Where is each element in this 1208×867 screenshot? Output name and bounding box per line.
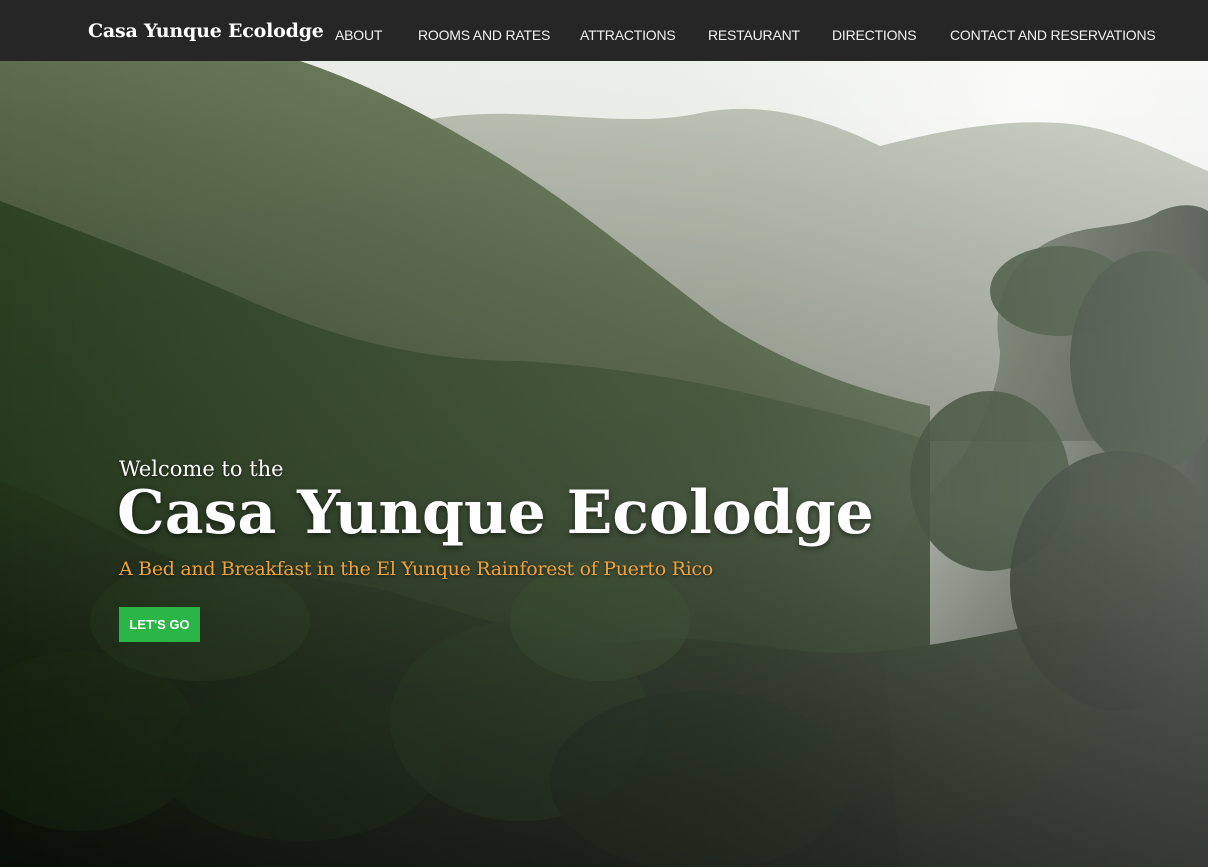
- hero-title: Casa Yunque Ecolodge: [117, 478, 874, 548]
- nav-item-about[interactable]: ABOUT: [335, 27, 382, 43]
- nav-item-contact-and-reservations[interactable]: CONTACT AND RESERVATIONS: [950, 27, 1156, 43]
- site-brand-link[interactable]: Casa Yunque Ecolodge: [88, 20, 324, 42]
- nav-item-attractions[interactable]: ATTRACTIONS: [580, 27, 676, 43]
- nav-item-restaurant[interactable]: RESTAURANT: [708, 27, 800, 43]
- nav-item-rooms-and-rates[interactable]: ROOMS AND RATES: [418, 27, 550, 43]
- site-header: Casa Yunque Ecolodge ABOUT ROOMS AND RAT…: [0, 0, 1208, 61]
- page: Casa Yunque Ecolodge ABOUT ROOMS AND RAT…: [0, 0, 1208, 867]
- nav-item-directions[interactable]: DIRECTIONS: [832, 27, 917, 43]
- hero-section: Welcome to the Casa Yunque Ecolodge A Be…: [0, 61, 1208, 867]
- lets-go-button[interactable]: LET'S GO: [119, 607, 200, 642]
- hero-tagline: A Bed and Breakfast in the El Yunque Rai…: [119, 558, 713, 580]
